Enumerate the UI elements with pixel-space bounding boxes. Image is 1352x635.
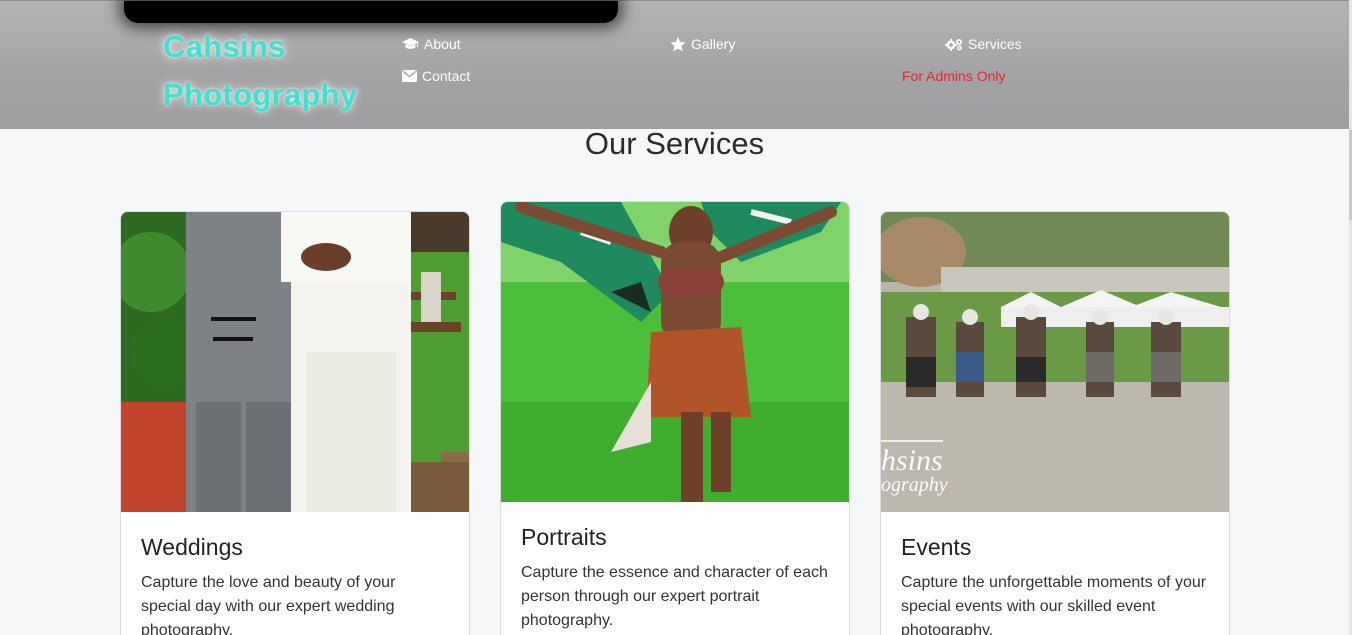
nav-about-label: About <box>424 36 461 52</box>
nav-gallery-link[interactable]: Gallery <box>670 36 735 52</box>
card-title: Portraits <box>521 524 607 550</box>
card-description: Capture the unforgettable moments of you… <box>901 574 1207 635</box>
service-card-events[interactable]: hsins ography Events Capture the unforge… <box>880 211 1230 635</box>
nav-gallery-label: Gallery <box>691 36 736 52</box>
card-title: Events <box>901 534 972 560</box>
gears-icon <box>945 38 963 51</box>
watermark-line1: hsins <box>881 444 943 477</box>
nav-services-label: Services <box>968 36 1022 52</box>
envelope-icon <box>402 70 417 82</box>
card-body: Weddings Capture the love and beauty of … <box>121 512 469 635</box>
star-icon <box>670 36 686 52</box>
wedding-couple-photo <box>121 212 469 512</box>
card-description: Capture the essence and character of eac… <box>521 564 828 629</box>
nav-services-link[interactable]: Services <box>945 36 1022 52</box>
site-header: Cahsins Photography About Contact Galler… <box>0 0 1349 129</box>
service-card-weddings[interactable]: Weddings Capture the love and beauty of … <box>120 211 470 635</box>
nav-contact-label: Contact <box>422 68 471 84</box>
brand-logo[interactable]: Cahsins Photography <box>163 23 373 119</box>
services-title: Our Services <box>584 126 765 161</box>
card-body: Portraits Capture the essence and charac… <box>501 502 849 633</box>
card-title: Weddings <box>141 534 243 560</box>
page: Cahsins Photography About Contact Galler… <box>0 0 1352 635</box>
graduation-cap-icon <box>402 38 419 50</box>
card-body: Events Capture the unforgettable moments… <box>881 512 1229 635</box>
card-description: Capture the love and beauty of your spec… <box>141 574 396 635</box>
portrait-dancer-photo <box>501 202 849 502</box>
watermark-line2: ography <box>881 474 948 496</box>
header-dark-shadow <box>124 1 618 23</box>
service-card-portraits[interactable]: Portraits Capture the essence and charac… <box>500 201 850 635</box>
event-dancers-photo: hsins ography <box>881 212 1229 512</box>
nav-contact-link[interactable]: Contact <box>402 68 470 84</box>
nav-about-link[interactable]: About <box>402 36 461 52</box>
nav-admins-link[interactable]: For Admins Only <box>902 68 1005 84</box>
